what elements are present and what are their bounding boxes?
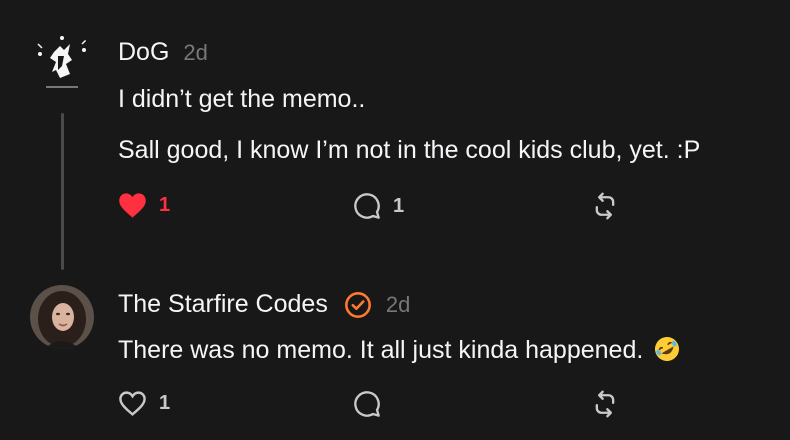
post-text-line: Sall good, I know I’m not in the cool ki… xyxy=(118,136,701,164)
post-time[interactable]: 2d xyxy=(386,292,410,318)
post-header: The Starfire Codes 2d xyxy=(118,290,410,319)
post-time[interactable]: 2d xyxy=(183,40,207,66)
repost-icon xyxy=(595,192,615,220)
like-button[interactable]: 1 xyxy=(118,390,170,417)
heart-outline-icon xyxy=(119,391,146,416)
verified-badge-icon xyxy=(344,291,371,318)
reply-text-content: There was no memo. It all just kinda hap… xyxy=(118,336,644,364)
repost-icon xyxy=(595,390,615,418)
repost-button[interactable] xyxy=(591,390,619,418)
post-header: DoG 2d xyxy=(118,38,208,67)
comment-count: 1 xyxy=(393,194,405,217)
like-count: 1 xyxy=(159,194,171,216)
comment-icon xyxy=(354,193,380,219)
rolling-on-floor-laughing-emoji xyxy=(655,337,680,361)
heart-filled-icon xyxy=(119,193,146,218)
avatar-starfire[interactable] xyxy=(30,285,94,349)
avatar-dog[interactable] xyxy=(30,30,94,94)
author-name[interactable]: DoG xyxy=(118,38,169,67)
comment-icon xyxy=(354,391,380,417)
like-count: 1 xyxy=(159,392,171,414)
thread-line xyxy=(61,113,64,270)
comment-button[interactable]: 1 xyxy=(353,192,404,220)
repost-button[interactable] xyxy=(591,192,619,220)
like-button[interactable]: 1 xyxy=(118,192,170,219)
reply-text: There was no memo. It all just kinda hap… xyxy=(118,336,680,365)
post-text-line: I didn’t get the memo.. xyxy=(118,85,366,113)
author-name[interactable]: The Starfire Codes xyxy=(118,290,328,319)
comment-button[interactable] xyxy=(353,390,381,418)
